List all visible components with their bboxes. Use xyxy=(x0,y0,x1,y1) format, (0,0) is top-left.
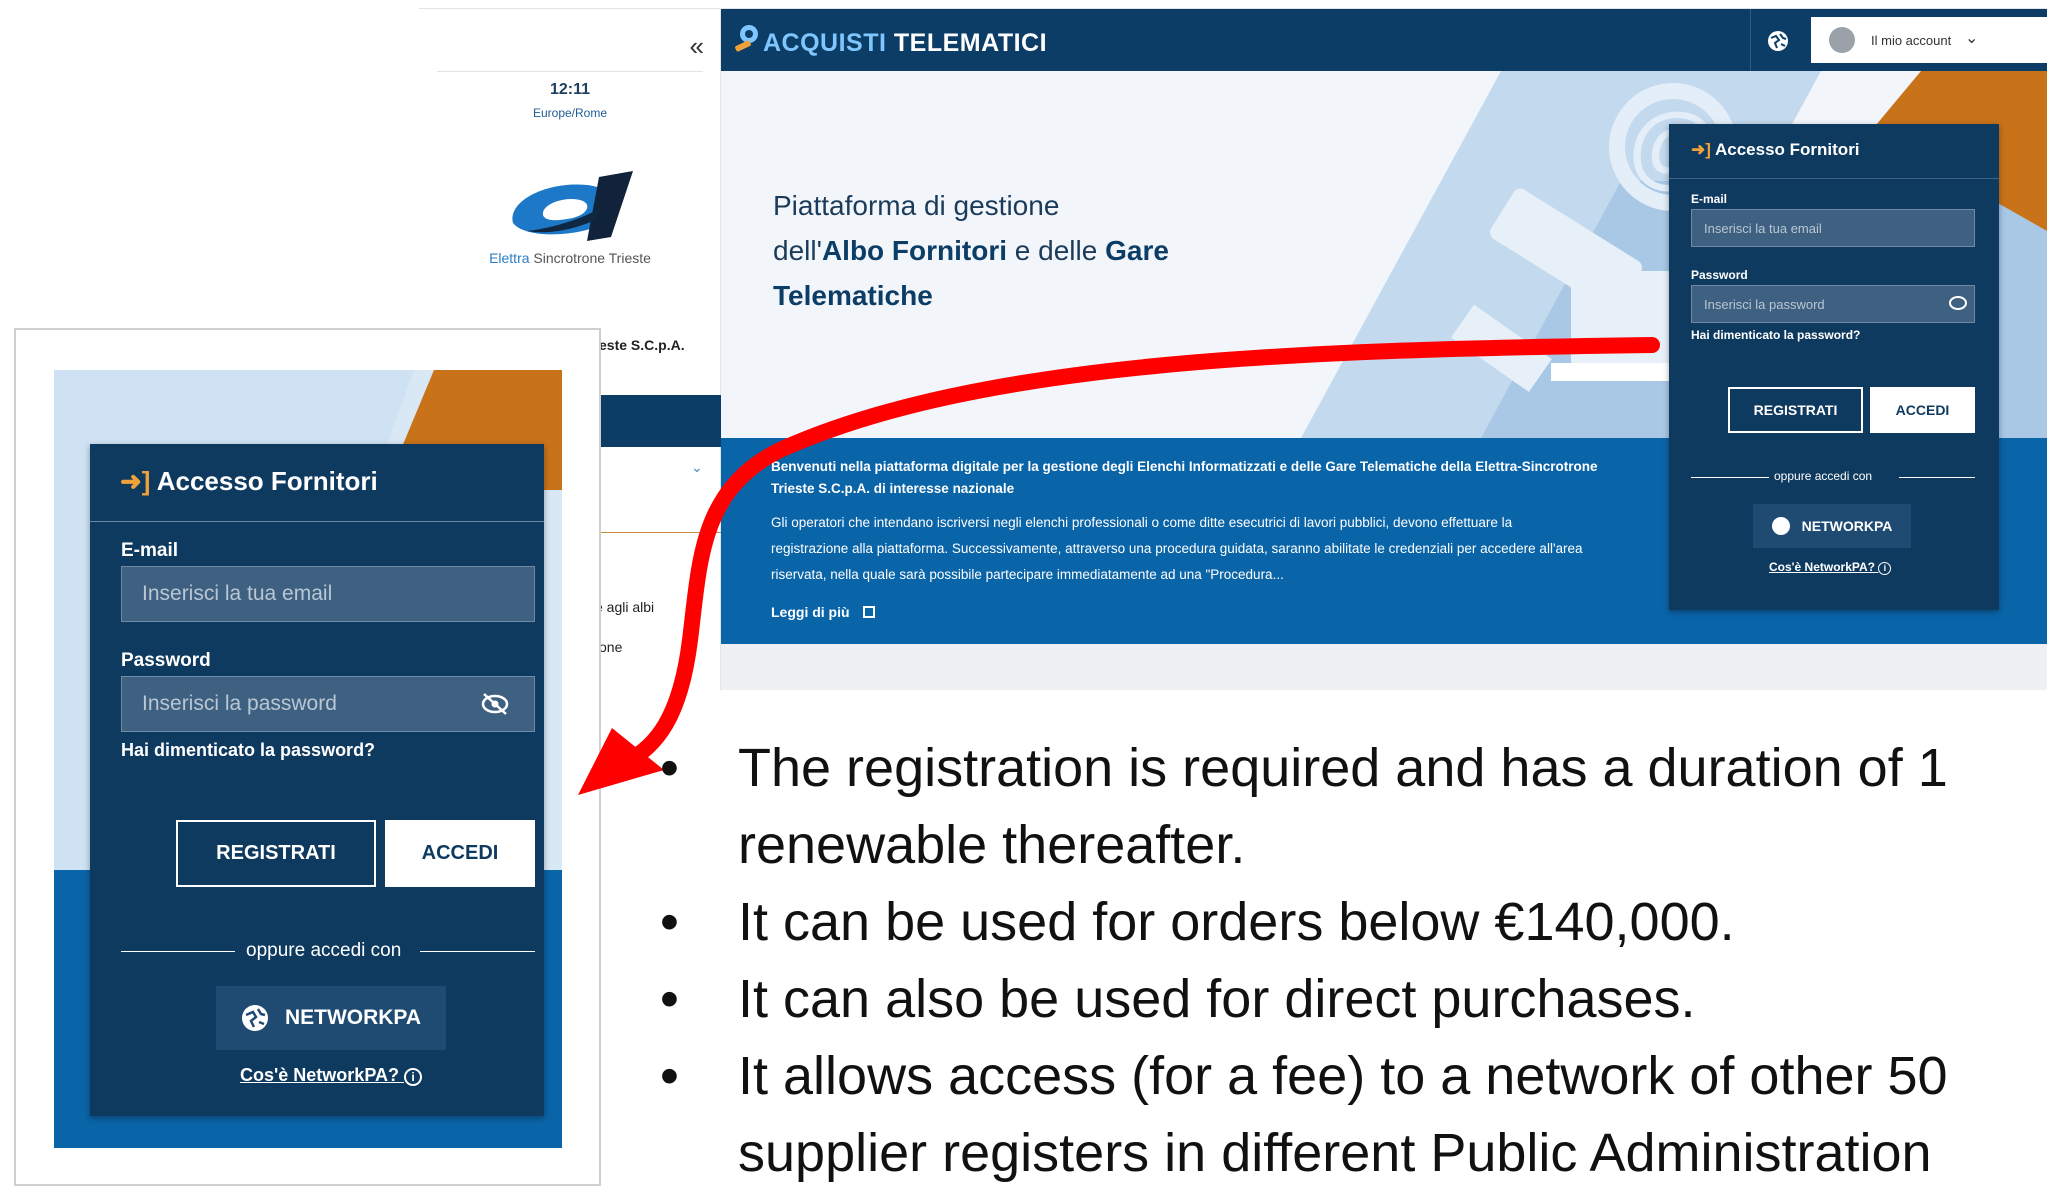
bullet-item: It allows access (for a fee) to a networ… xyxy=(660,1038,2047,1115)
bullet-item: It can also be used for direct purchases… xyxy=(660,961,2047,1038)
bullet-continuation: renewable thereafter. xyxy=(738,815,1246,875)
bullet-item: It can be used for orders below €140,000… xyxy=(660,884,2047,961)
bullet-item: The registration is required and has a d… xyxy=(660,730,2047,807)
bullet-list: The registration is required and has a d… xyxy=(660,730,2047,1192)
bullet-continuation: supplier registers in different Public A… xyxy=(738,1123,1932,1183)
